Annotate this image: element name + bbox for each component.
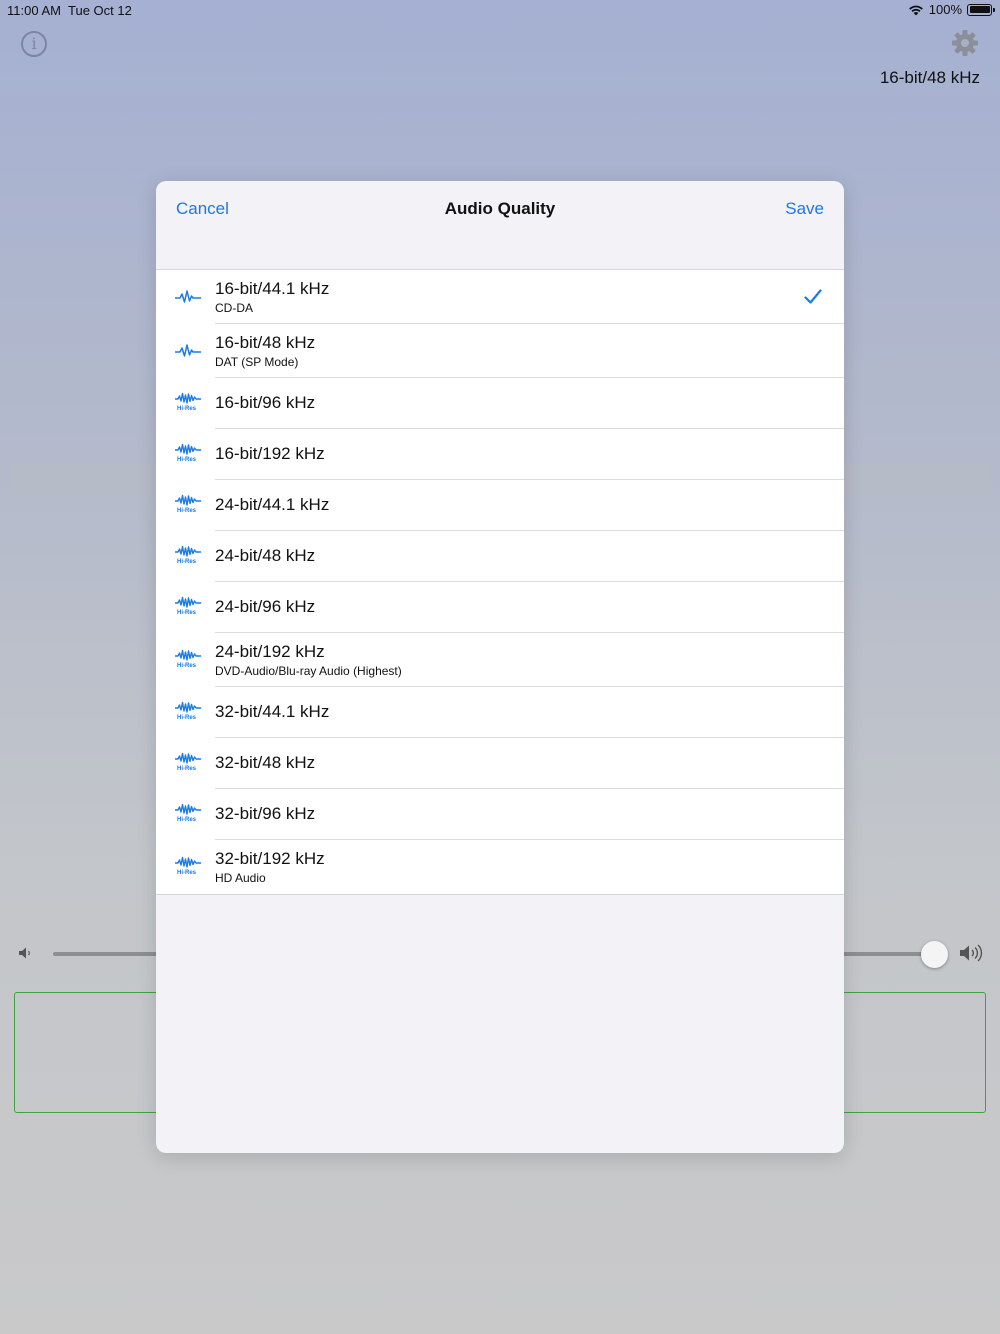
quality-option-row[interactable]: Hi-Res 24-bit/44.1 kHz	[156, 480, 844, 531]
quality-option-row[interactable]: Hi-Res 24-bit/192 kHz DVD-Audio/Blu-ray Au…	[156, 633, 844, 687]
quality-option-text: 24-bit/44.1 kHz	[215, 495, 329, 515]
modal-header: Cancel Audio Quality Save	[156, 181, 844, 237]
quality-option-title: 16-bit/96 kHz	[215, 393, 316, 412]
battery-icon	[967, 3, 995, 16]
quality-option-text: 32-bit/44.1 kHz	[215, 702, 329, 722]
quality-option-row[interactable]: 16-bit/48 kHz DAT (SP Mode)	[156, 324, 844, 378]
quality-option-row[interactable]: Hi-Res 32-bit/48 kHz	[156, 738, 844, 789]
quality-option-title: 16-bit/192 kHz	[215, 444, 325, 463]
quality-option-row[interactable]: Hi-Res 32-bit/96 kHz	[156, 789, 844, 840]
quality-option-row[interactable]: Hi-Res 16-bit/192 kHz	[156, 429, 844, 480]
quality-option-subtitle: DVD-Audio/Blu-ray Audio (Highest)	[215, 664, 402, 678]
quality-option-row[interactable]: Hi-Res 32-bit/192 kHz HD Audio	[156, 840, 844, 894]
volume-high-icon	[960, 944, 983, 962]
hi-res-icon: Hi-Res	[175, 494, 201, 516]
hi-res-icon: Hi-Res	[175, 752, 201, 774]
quality-option-title: 24-bit/44.1 kHz	[215, 495, 330, 514]
quality-option-title: 16-bit/48 kHz	[215, 333, 316, 352]
hi-res-badge: Hi-Res	[177, 406, 197, 412]
hi-res-icon: Hi-Res	[175, 856, 201, 878]
quality-option-row[interactable]: Hi-Res 24-bit/48 kHz	[156, 531, 844, 582]
quality-option-text: 32-bit/48 kHz	[215, 753, 315, 773]
status-right: 100%	[908, 2, 995, 17]
quality-option-title: 24-bit/192 kHz	[215, 642, 325, 661]
hi-res-badge: Hi-Res	[177, 715, 197, 721]
hi-res-badge: Hi-Res	[177, 817, 197, 823]
info-icon[interactable]: i	[21, 31, 47, 57]
hi-res-icon: Hi-Res	[175, 701, 201, 723]
quality-option-text: 16-bit/44.1 kHz CD-DA	[215, 279, 329, 316]
waveform-icon	[175, 286, 201, 308]
status-date: Tue Oct 12	[68, 3, 132, 18]
quality-option-row[interactable]: Hi-Res 24-bit/96 kHz	[156, 582, 844, 633]
hi-res-icon: Hi-Res	[175, 443, 201, 465]
hi-res-icon: Hi-Res	[175, 392, 201, 414]
hi-res-badge: Hi-Res	[177, 457, 197, 463]
quality-option-text: 24-bit/192 kHz DVD-Audio/Blu-ray Audio (H…	[215, 642, 402, 679]
hi-res-icon: Hi-Res	[175, 545, 201, 567]
hi-res-badge: Hi-Res	[177, 870, 197, 876]
hi-res-icon: Hi-Res	[175, 803, 201, 825]
quality-option-title: 32-bit/44.1 kHz	[215, 702, 330, 721]
quality-option-subtitle: HD Audio	[215, 871, 266, 885]
quality-option-row[interactable]: 16-bit/44.1 kHz CD-DA	[156, 270, 844, 324]
quality-option-text: 24-bit/48 kHz	[215, 546, 315, 566]
quality-option-title: 32-bit/48 kHz	[215, 753, 316, 772]
waveform-icon	[175, 340, 201, 362]
audio-quality-modal: Cancel Audio Quality Save 16-bit/44.1 kH…	[156, 181, 844, 1153]
quality-option-subtitle: DAT (SP Mode)	[215, 355, 299, 369]
quality-options-list: 16-bit/44.1 kHz CD-DA 16-bit/48 kHz DAT (SP…	[156, 269, 844, 895]
quality-option-title: 32-bit/96 kHz	[215, 804, 316, 823]
quality-option-row[interactable]: Hi-Res 16-bit/96 kHz	[156, 378, 844, 429]
checkmark-icon	[804, 289, 822, 304]
quality-option-text: 32-bit/96 kHz	[215, 804, 315, 824]
hi-res-badge: Hi-Res	[177, 663, 197, 669]
battery-percent: 100%	[928, 2, 962, 17]
quality-option-title: 24-bit/96 kHz	[215, 597, 316, 616]
quality-option-text: 24-bit/96 kHz	[215, 597, 315, 617]
status-bar: 11:00 AM Tue Oct 12 100%	[0, 0, 1000, 20]
gear-icon[interactable]	[950, 28, 980, 58]
modal-title: Audio Quality	[444, 199, 556, 218]
quality-option-text: 16-bit/96 kHz	[215, 393, 315, 413]
hi-res-badge: Hi-Res	[177, 508, 197, 514]
quality-option-text: 16-bit/192 kHz	[215, 444, 325, 464]
hi-res-badge: Hi-Res	[177, 559, 197, 565]
quality-option-title: 32-bit/192 kHz	[215, 849, 325, 868]
volume-low-icon	[19, 947, 30, 959]
save-button[interactable]: Save	[785, 199, 824, 219]
volume-slider-knob[interactable]	[921, 941, 948, 968]
wifi-icon	[908, 5, 923, 15]
hi-res-icon: Hi-Res	[175, 649, 201, 671]
quality-option-text: 32-bit/192 kHz HD Audio	[215, 849, 325, 886]
quality-option-row[interactable]: Hi-Res 32-bit/44.1 kHz	[156, 687, 844, 738]
hi-res-badge: Hi-Res	[177, 610, 197, 616]
hi-res-badge: Hi-Res	[177, 766, 197, 772]
quality-option-title: 24-bit/48 kHz	[215, 546, 316, 565]
current-quality-label: 16-bit/48 kHz	[879, 68, 980, 87]
quality-option-text: 16-bit/48 kHz DAT (SP Mode)	[215, 333, 315, 370]
quality-option-subtitle: CD-DA	[215, 301, 253, 315]
quality-option-title: 16-bit/44.1 kHz	[215, 279, 330, 298]
status-time: 11:00 AM	[7, 3, 61, 18]
hi-res-icon: Hi-Res	[175, 596, 201, 618]
